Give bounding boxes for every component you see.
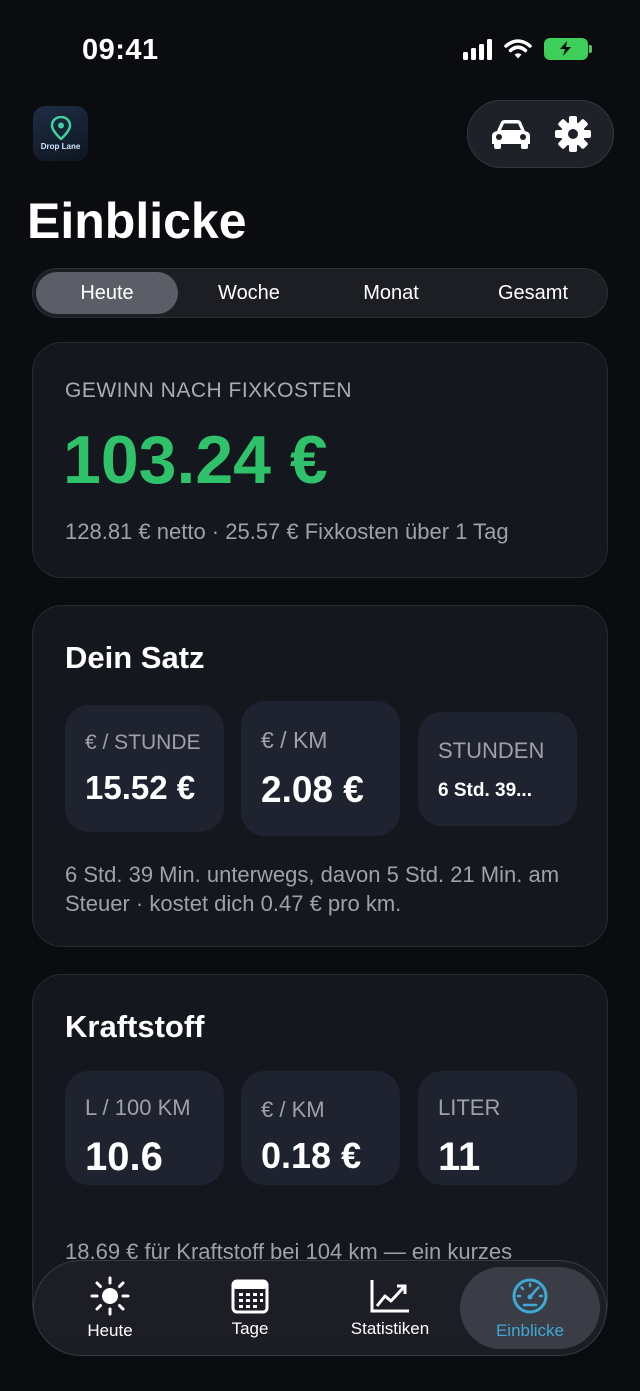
rate-card: Dein Satz € / STUNDE 15.52 € € / KM 2.08… <box>32 605 608 947</box>
header-actions <box>467 100 614 168</box>
tab-label: Statistiken <box>350 1318 430 1338</box>
tab-label: Einblicke <box>495 1320 565 1340</box>
profit-subtitle: 128.81 € netto · 25.57 € Fixkosten über … <box>65 519 509 544</box>
tile-value: 6 Std. 39... <box>438 780 532 801</box>
tab-heute[interactable]: Heute <box>40 1267 180 1349</box>
tile-value: 0.18 € <box>261 1135 362 1176</box>
chart-icon <box>370 1279 409 1312</box>
app-logo-text: Drop Lane <box>40 142 81 151</box>
segment-heute[interactable]: Heute <box>36 272 178 314</box>
tile-label: € / KM <box>261 727 328 753</box>
segment-woche[interactable]: Woche <box>178 272 320 314</box>
tile-value: 15.52 € <box>85 769 196 806</box>
tile-label: STUNDEN <box>438 738 545 763</box>
tile-label: € / STUNDE <box>85 731 201 754</box>
status-icons <box>463 38 592 60</box>
cellular-signal-icon <box>463 38 492 60</box>
rate-tile-per-hour: € / STUNDE 15.52 € <box>65 705 224 832</box>
car-icon[interactable] <box>489 117 533 151</box>
sun-icon <box>90 1276 130 1315</box>
rate-tile-hours: STUNDEN 6 Std. 39... <box>418 712 577 826</box>
calendar-icon <box>231 1279 269 1313</box>
gear-icon[interactable] <box>554 115 592 153</box>
fuel-tile-consumption: L / 100 KM 10.6 <box>65 1071 224 1185</box>
segment-gesamt[interactable]: Gesamt <box>462 272 604 314</box>
period-segmented-control: Heute Woche Monat Gesamt <box>32 268 608 318</box>
tile-value: 2.08 € <box>261 769 364 810</box>
tab-label: Heute <box>87 1320 133 1340</box>
status-time: 09:41 <box>82 34 159 66</box>
page-title: Einblicke <box>27 193 247 249</box>
tab-einblicke[interactable]: Einblicke <box>460 1267 600 1349</box>
tab-statistiken[interactable]: Statistiken <box>320 1267 460 1349</box>
fuel-tile-liters: LITER 11 <box>418 1071 577 1185</box>
rate-note: 6 Std. 39 Min. unterwegs, davon 5 Std. 2… <box>65 862 560 916</box>
segment-monat[interactable]: Monat <box>320 272 462 314</box>
tile-label: L / 100 KM <box>85 1095 191 1120</box>
tile-label: LITER <box>438 1095 501 1120</box>
wifi-icon <box>504 39 532 59</box>
fuel-card-title: Kraftstoff <box>65 1009 205 1044</box>
rate-card-title: Dein Satz <box>65 640 205 675</box>
battery-icon <box>544 38 592 60</box>
speedometer-icon <box>512 1278 548 1313</box>
profit-label: GEWINN NACH FIXKOSTEN <box>65 379 353 402</box>
tile-value: 10.6 <box>85 1135 163 1179</box>
tile-label: € / KM <box>261 1097 325 1122</box>
tile-value: 11 <box>438 1135 481 1179</box>
tab-bar: Heute Tage Statistiken Einblicke <box>33 1260 607 1356</box>
tab-label: Tage <box>231 1318 269 1338</box>
app-logo: Drop Lane <box>33 106 88 161</box>
profit-card: GEWINN NACH FIXKOSTEN 103.24 € 128.81 € … <box>32 342 608 578</box>
tab-tage[interactable]: Tage <box>180 1267 320 1349</box>
status-bar: 09:41 <box>0 0 640 100</box>
profit-value: 103.24 € <box>63 422 328 498</box>
fuel-tile-cost-per-km: € / KM 0.18 € <box>241 1071 400 1185</box>
rate-tile-per-km: € / KM 2.08 € <box>241 701 400 836</box>
location-pin-icon <box>50 116 71 140</box>
